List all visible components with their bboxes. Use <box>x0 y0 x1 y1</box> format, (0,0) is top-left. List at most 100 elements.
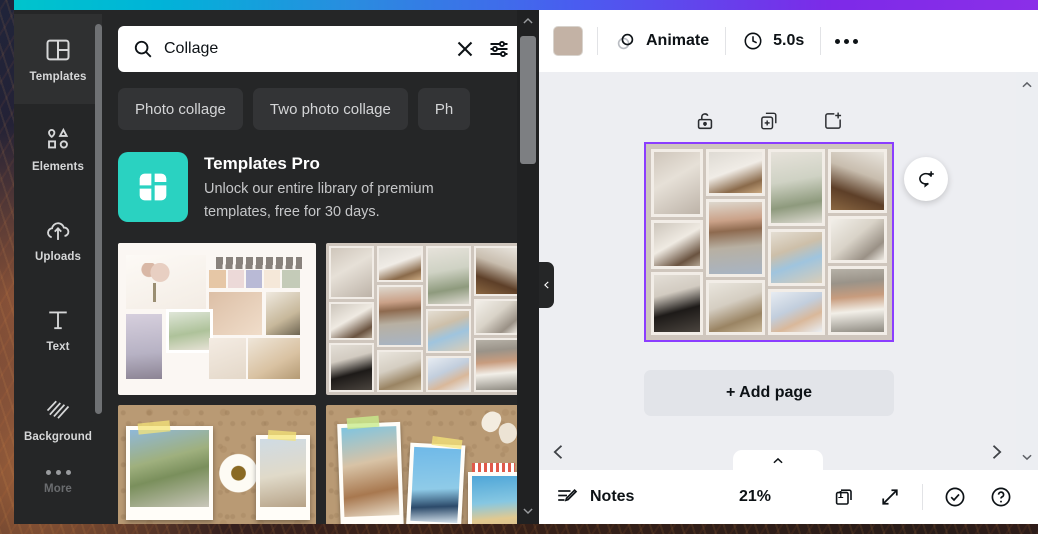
template-card-photo-grid[interactable] <box>325 242 524 395</box>
polaroid-boy-sky <box>406 443 467 524</box>
sidebar-item-background[interactable]: Background <box>14 374 102 464</box>
elements-icon <box>44 126 72 154</box>
zoom-level-label[interactable]: 21% <box>739 488 771 506</box>
chevron-up-icon[interactable] <box>521 14 535 28</box>
next-page-button[interactable] <box>986 442 1006 462</box>
page-selection-frame[interactable] <box>644 142 894 342</box>
duration-value: 5.0s <box>773 32 805 49</box>
clock-icon <box>742 30 764 52</box>
collage-design[interactable] <box>651 149 887 335</box>
photo-still-life[interactable] <box>827 216 887 263</box>
notes-button[interactable]: Notes <box>555 485 634 509</box>
photo-archway[interactable] <box>768 229 825 286</box>
sidebar-scrollbar[interactable] <box>95 24 102 494</box>
page-tools-row <box>644 110 894 132</box>
chevron-down-icon[interactable] <box>521 504 535 518</box>
photo-woman-standing[interactable] <box>827 265 887 335</box>
tape-strip <box>267 429 297 441</box>
templates-icon <box>44 36 72 64</box>
polaroid-mountain-road <box>125 426 213 521</box>
page-container <box>644 112 894 342</box>
photo-wooden-table[interactable] <box>827 149 887 214</box>
thumb-photo-green-plant <box>425 245 472 307</box>
sidebar-label-uploads: Uploads <box>34 250 82 263</box>
sidebar-item-elements[interactable]: Elements <box>14 104 102 194</box>
photo-blue-fabric[interactable] <box>768 288 825 335</box>
page-navigation <box>539 434 1016 470</box>
saved-status-button[interactable] <box>934 477 976 517</box>
search-box[interactable] <box>118 26 523 72</box>
add-comment-button[interactable] <box>904 157 948 201</box>
thumb-photo-wooden-table <box>474 245 520 297</box>
thumb-photo-plant-pot <box>377 349 423 392</box>
canvas-viewport[interactable]: + Add page <box>539 72 1038 470</box>
close-icon[interactable] <box>453 37 477 61</box>
photo-record-player[interactable] <box>651 272 704 335</box>
collapse-panel-button[interactable] <box>539 262 554 308</box>
sidebar-item-more[interactable]: More <box>14 462 102 524</box>
sidebar-item-text[interactable]: Text <box>14 284 102 374</box>
photo-green-plant[interactable] <box>768 149 825 227</box>
canvas-scrollbar[interactable] <box>1016 72 1038 470</box>
expand-panel-tab[interactable] <box>732 450 823 470</box>
animate-button[interactable]: Animate <box>598 22 725 60</box>
chevron-up-icon[interactable] <box>1020 78 1034 92</box>
help-circle-icon <box>989 485 1013 509</box>
chevron-down-icon[interactable] <box>1020 450 1034 464</box>
template-card-cork-travel[interactable] <box>118 404 316 524</box>
photo-food-bowl[interactable] <box>706 149 766 196</box>
filter-sliders-icon[interactable] <box>487 37 511 61</box>
notes-pencil-icon <box>555 485 579 509</box>
status-bar: Notes 21% 1 <box>539 470 1038 524</box>
three-dots-icon <box>835 38 859 44</box>
check-circle-icon <box>943 485 967 509</box>
tag-chip-photo-collage[interactable]: Photo collage <box>118 88 243 130</box>
thumb-photo-archway <box>425 309 472 353</box>
notes-label: Notes <box>590 488 635 505</box>
templates-pro-text: Templates Pro Unlock our entire library … <box>204 152 504 225</box>
photo-woman-in-scarf[interactable] <box>706 198 766 278</box>
unlock-icon[interactable] <box>694 110 716 132</box>
panel-scrollbar-thumb[interactable] <box>520 36 536 164</box>
collage-column <box>768 149 825 335</box>
tag-chip-two-photo-collage[interactable]: Two photo collage <box>252 88 408 130</box>
help-button[interactable] <box>980 477 1022 517</box>
tag-chip-truncated[interactable]: Ph <box>417 88 471 130</box>
uploads-icon <box>44 216 72 244</box>
animate-circles-icon <box>614 30 637 53</box>
pages-count-label: 1 <box>837 489 844 501</box>
templates-pro-banner[interactable]: Templates Pro Unlock our entire library … <box>102 130 539 225</box>
search-input[interactable] <box>164 40 443 58</box>
photo-vase-on-table[interactable] <box>651 219 704 270</box>
template-card-neutral-moodboard[interactable] <box>118 242 316 395</box>
status-bar-actions: 1 <box>823 477 1022 517</box>
template-card-cork-summer[interactable] <box>325 404 523 524</box>
sidebar-item-templates[interactable]: Templates <box>14 14 102 104</box>
add-page-icon[interactable] <box>822 110 844 132</box>
previous-page-button[interactable] <box>549 442 569 462</box>
thumb-photo-blue-fabric <box>425 355 472 392</box>
sidebar-scrollbar-thumb[interactable] <box>95 24 102 414</box>
panel-scrollbar[interactable] <box>517 10 539 524</box>
page-manager-button[interactable]: 1 <box>823 477 865 517</box>
animate-label: Animate <box>646 32 710 49</box>
moodboard-layout <box>126 251 308 387</box>
thumb-photo-woman-standing <box>474 338 520 392</box>
duration-button[interactable]: 5.0s <box>726 22 820 60</box>
add-page-button[interactable]: + Add page <box>644 370 894 416</box>
duplicate-icon[interactable] <box>758 110 780 132</box>
sidebar-label-templates: Templates <box>29 70 87 83</box>
sidebar-label-more: More <box>44 483 72 495</box>
photo-potted-plant[interactable] <box>706 280 766 335</box>
photo-grid-layout <box>326 243 524 395</box>
sidebar-item-uploads[interactable]: Uploads <box>14 194 102 284</box>
fullscreen-button[interactable] <box>869 477 911 517</box>
photo-hand-with-cup[interactable] <box>651 149 704 217</box>
collage-column <box>827 149 887 335</box>
templates-panel: Photo collage Two photo collage Ph Templ… <box>102 10 539 524</box>
color-swatch-button[interactable] <box>553 26 583 56</box>
thumb-photo-still-life <box>474 299 520 336</box>
collage-column <box>651 149 704 335</box>
sidebar-label-elements: Elements <box>32 160 84 173</box>
more-options-button[interactable] <box>821 22 872 60</box>
